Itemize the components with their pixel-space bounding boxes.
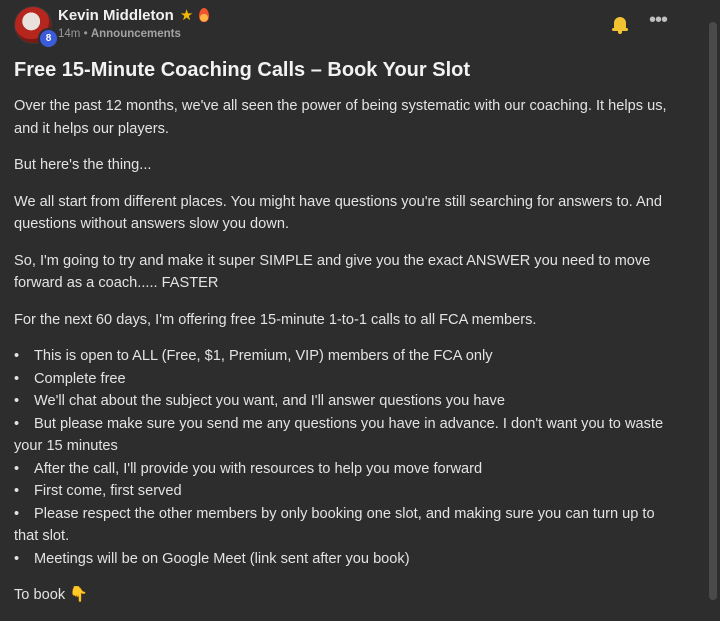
list-item: We'll chat about the subject you want, a… (14, 390, 674, 413)
level-badge: 8 (38, 28, 59, 49)
post-time[interactable]: 14m (58, 28, 80, 40)
bullet-list: This is open to ALL (Free, $1, Premium, … (14, 345, 674, 570)
list-item: First come, first served (14, 480, 674, 503)
paragraph: For the next 60 days, I'm offering free … (14, 311, 537, 328)
bell-icon[interactable] (612, 16, 628, 34)
list-item: Meetings will be on Google Meet (link se… (14, 548, 674, 571)
paragraph: Over the past 12 months, we've all seen … (14, 98, 667, 137)
paragraph: So, I'm going to try and make it super S… (14, 252, 651, 292)
post-meta: 14m • Announcements (58, 28, 181, 40)
post-category[interactable]: Announcements (91, 28, 181, 40)
list-item: Complete free (14, 368, 674, 391)
paragraph: We all start from different places. You … (14, 193, 662, 233)
list-item: After the call, I'll provide you with re… (14, 458, 674, 481)
scrollbar[interactable] (706, 0, 720, 611)
list-item: But please make sure you send me any que… (14, 413, 674, 458)
closing-line: To book 👇 (14, 584, 674, 607)
scrollbar-thumb[interactable] (709, 22, 717, 600)
post-card: 8 Kevin Middleton ★ 14m • Announcements … (0, 0, 706, 611)
author-name[interactable]: Kevin Middleton (58, 7, 174, 24)
star-icon: ★ (179, 7, 194, 24)
pointing-down-icon: 👇 (69, 586, 88, 603)
post-header: 8 Kevin Middleton ★ 14m • Announcements … (12, 4, 706, 49)
more-options-icon[interactable]: ••• (648, 10, 668, 33)
author-row: Kevin Middleton ★ (58, 6, 210, 24)
post-body: Over the past 12 months, we've all seen … (14, 95, 674, 621)
meta-separator: • (83, 28, 88, 40)
list-item: Please respect the other members by only… (14, 503, 674, 548)
closing-text: To book (14, 587, 66, 603)
fire-icon (199, 8, 210, 22)
post-title: Free 15-Minute Coaching Calls – Book You… (14, 59, 471, 81)
author-avatar-wrap[interactable]: 8 (14, 6, 59, 49)
list-item: This is open to ALL (Free, $1, Premium, … (14, 345, 674, 368)
paragraph: But here's the thing... (14, 157, 152, 173)
